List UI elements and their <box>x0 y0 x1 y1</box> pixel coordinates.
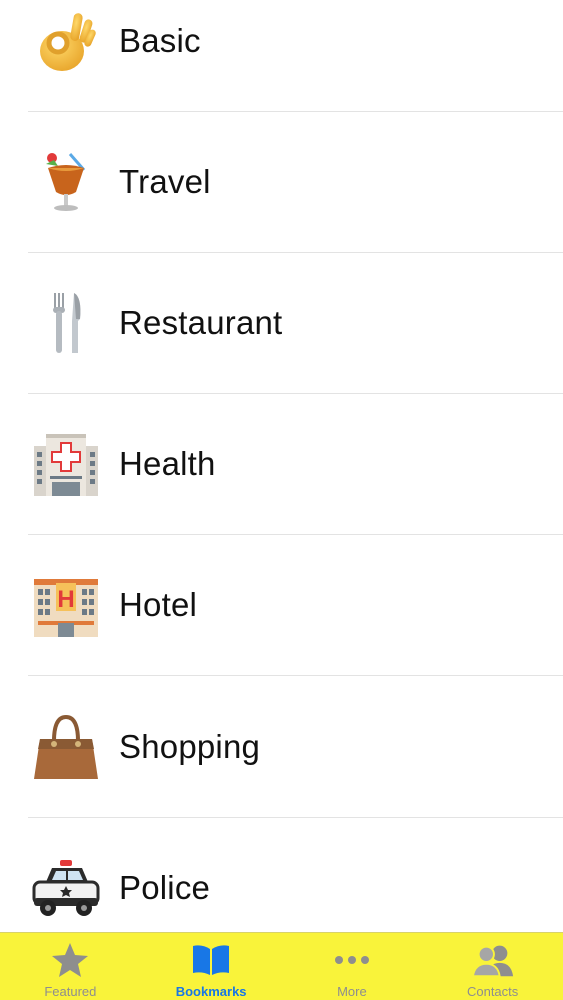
handbag-icon <box>32 713 100 781</box>
tab-more[interactable]: More <box>282 933 423 1000</box>
list-item-shopping[interactable]: Shopping <box>0 677 563 818</box>
svg-text:H: H <box>57 586 74 613</box>
tab-bookmarks[interactable]: Bookmarks <box>141 933 282 1000</box>
tab-label: Contacts <box>466 984 519 999</box>
tab-label: Featured <box>44 984 97 999</box>
ok-hand-icon <box>32 7 100 75</box>
hotel-icon: H <box>32 571 100 639</box>
list-item-basic[interactable]: Basic <box>0 0 563 112</box>
tropical-drink-icon <box>32 148 100 216</box>
list-item-label: Basic <box>119 22 201 59</box>
list-item-travel[interactable]: Travel <box>0 112 563 253</box>
list-item-health[interactable]: Health <box>0 394 563 535</box>
list-item-label: Police <box>119 869 211 906</box>
list-item-label: Health <box>119 445 216 482</box>
star-icon <box>48 941 92 979</box>
contacts-icon <box>471 941 515 979</box>
tab-label: More <box>337 984 367 999</box>
phrase-category-list[interactable]: Basic Travel Restaurant Health H Hotel S… <box>0 0 563 932</box>
row-divider <box>28 675 563 676</box>
list-item-restaurant[interactable]: Restaurant <box>0 253 563 394</box>
list-item-label: Restaurant <box>119 304 283 341</box>
list-item-hotel[interactable]: H Hotel <box>0 535 563 676</box>
police-car-icon <box>32 854 100 922</box>
list-item-label: Hotel <box>119 586 198 623</box>
open-book-icon <box>189 941 233 979</box>
hospital-icon <box>32 430 100 498</box>
list-item-label: Shopping <box>119 728 261 765</box>
list-item-label: Travel <box>119 163 211 200</box>
fork-and-knife-icon <box>32 289 100 357</box>
tab-bar: Featured Bookmarks More Contacts <box>0 932 563 1000</box>
app-screen: Basic Travel Restaurant Health H Hotel S… <box>0 0 563 1000</box>
more-dots-icon <box>330 941 374 979</box>
tab-label: Bookmarks <box>175 984 247 999</box>
list-item-police[interactable]: Police <box>0 818 563 932</box>
tab-contacts[interactable]: Contacts <box>422 933 563 1000</box>
tab-featured[interactable]: Featured <box>0 933 141 1000</box>
